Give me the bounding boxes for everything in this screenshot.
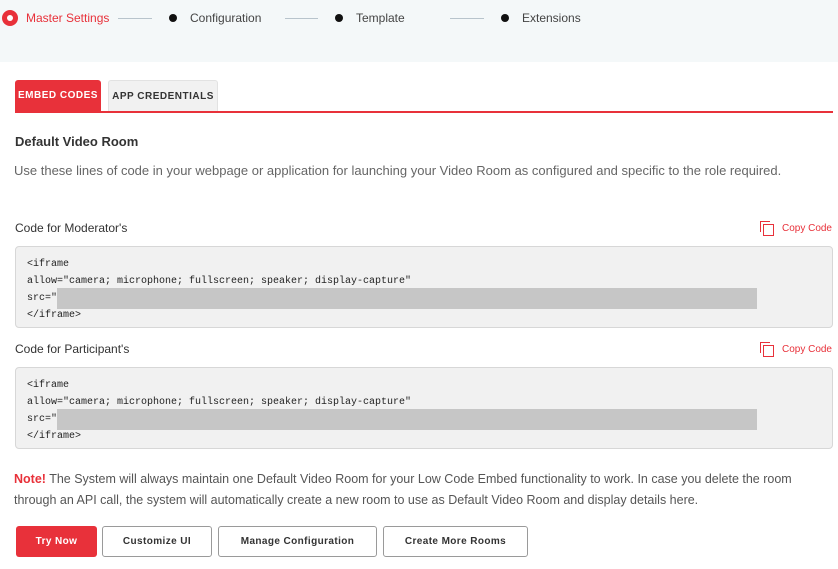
moderator-copy-code-button[interactable]: Copy Code — [759, 221, 832, 236]
copy-icon — [759, 221, 774, 236]
step-dot-icon — [169, 14, 177, 22]
step-extensions[interactable]: Extensions — [501, 10, 581, 26]
code-src-prefix: src=" — [27, 414, 58, 425]
code-line: </iframe> — [27, 310, 82, 321]
code-line: <iframe — [27, 259, 70, 270]
redacted-url — [57, 409, 758, 430]
step-connector — [118, 18, 152, 19]
participant-code-box[interactable]: <iframe allow="camera; microphone; fulls… — [15, 367, 833, 449]
step-active-ring-icon — [2, 10, 18, 26]
customize-ui-button[interactable]: Customize UI — [102, 526, 212, 557]
step-configuration[interactable]: Configuration — [169, 10, 261, 26]
code-line-src: src=" — [27, 288, 821, 309]
step-dot-icon — [501, 14, 509, 22]
copy-code-label: Copy Code — [781, 222, 832, 234]
moderator-code-box[interactable]: <iframe allow="camera; microphone; fulls… — [15, 246, 833, 328]
step-label: Extensions — [522, 11, 581, 25]
step-connector — [450, 18, 484, 19]
code-line: </iframe> — [27, 431, 82, 442]
step-template[interactable]: Template — [335, 10, 405, 26]
section-title: Default Video Room — [15, 134, 139, 149]
section-description: Use these lines of code in your webpage … — [14, 163, 782, 178]
tab-bar: EMBED CODES APP CREDENTIALS — [15, 80, 833, 113]
step-dot-icon — [335, 14, 343, 22]
progress-stepper: Master Settings Configuration Template E… — [0, 0, 838, 62]
code-src-prefix: src=" — [27, 293, 58, 304]
create-more-rooms-button[interactable]: Create More Rooms — [383, 526, 528, 557]
step-connector — [285, 18, 318, 19]
note-label: Note! — [14, 472, 46, 486]
step-label: Configuration — [190, 11, 262, 25]
participant-code-label: Code for Participant's — [15, 342, 130, 356]
participant-copy-code-button[interactable]: Copy Code — [759, 342, 832, 357]
tab-embed-codes[interactable]: EMBED CODES — [15, 80, 101, 111]
step-master-settings[interactable]: Master Settings — [2, 10, 109, 26]
moderator-code-label: Code for Moderator's — [15, 221, 128, 235]
step-label: Master Settings — [26, 11, 110, 25]
code-line: <iframe — [27, 380, 70, 391]
copy-icon — [759, 342, 774, 357]
note-text: Note! The System will always maintain on… — [14, 469, 834, 511]
redacted-url — [57, 288, 758, 309]
note-body: The System will always maintain one Defa… — [14, 472, 792, 507]
try-now-button[interactable]: Try Now — [16, 526, 97, 557]
tab-app-credentials[interactable]: APP CREDENTIALS — [108, 80, 218, 111]
manage-configuration-button[interactable]: Manage Configuration — [218, 526, 377, 557]
step-label: Template — [356, 11, 405, 25]
code-line-src: src=" — [27, 409, 821, 430]
copy-code-label: Copy Code — [781, 343, 832, 355]
